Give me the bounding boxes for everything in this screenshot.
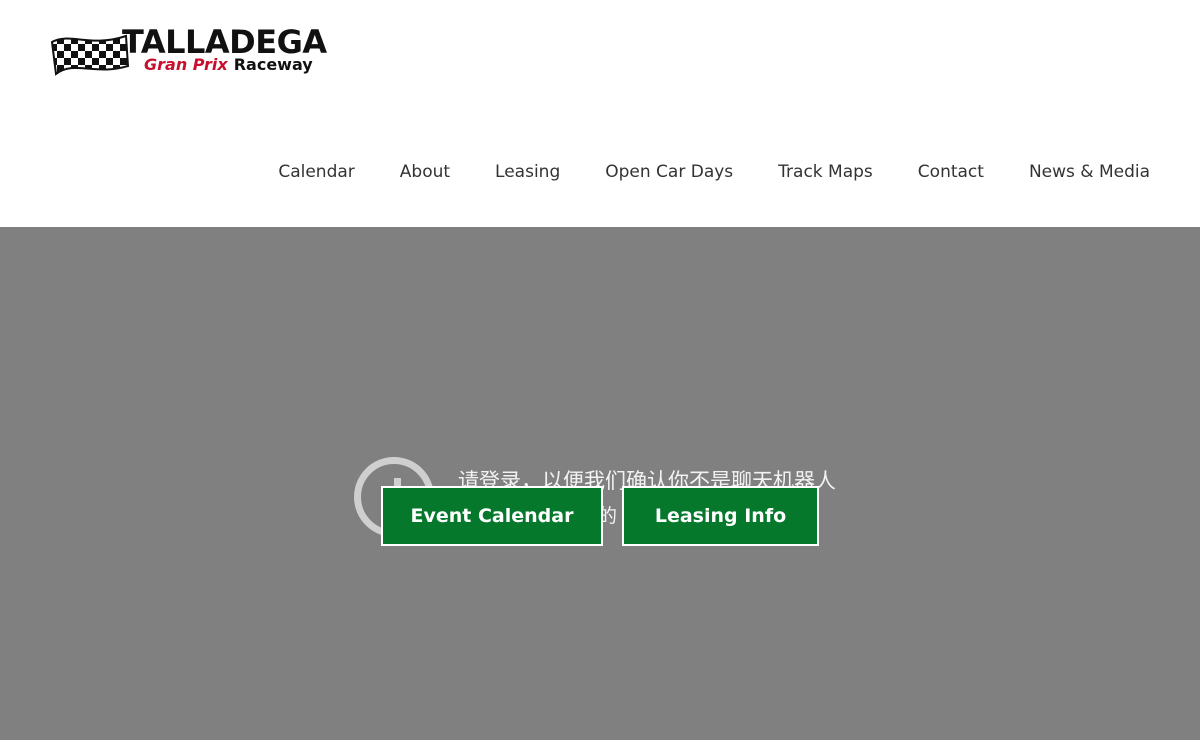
logo-subtitle-black: Raceway (233, 55, 313, 74)
logo-subtitle: Gran Prix Raceway (144, 56, 313, 75)
nav-item-track-maps[interactable]: Track Maps (778, 160, 873, 184)
checkered-flag-icon (50, 34, 130, 76)
leasing-info-button[interactable]: Leasing Info (622, 486, 819, 546)
logo-title: TALLADEGA (122, 23, 327, 61)
nav-item-leasing[interactable]: Leasing (495, 160, 560, 184)
logo-subtitle-red: Gran Prix (144, 55, 228, 74)
nav-item-open-car-days[interactable]: Open Car Days (605, 160, 733, 184)
main-nav: Calendar About Leasing Open Car Days Tra… (278, 160, 1150, 184)
event-calendar-button[interactable]: Event Calendar (381, 486, 603, 546)
nav-item-calendar[interactable]: Calendar (278, 160, 354, 184)
site-header: TALLADEGA Gran Prix Raceway Calendar Abou… (0, 0, 1200, 227)
nav-item-news-media[interactable]: News & Media (1029, 160, 1150, 184)
page: TALLADEGA Gran Prix Raceway Calendar Abou… (0, 0, 1200, 740)
hero-section: 请登录，以便我们确认你不是聊天机器人 的 Event Calendar Leas… (0, 227, 1200, 740)
nav-item-about[interactable]: About (400, 160, 450, 184)
nav-item-contact[interactable]: Contact (918, 160, 984, 184)
site-logo[interactable]: TALLADEGA Gran Prix Raceway (50, 23, 370, 80)
